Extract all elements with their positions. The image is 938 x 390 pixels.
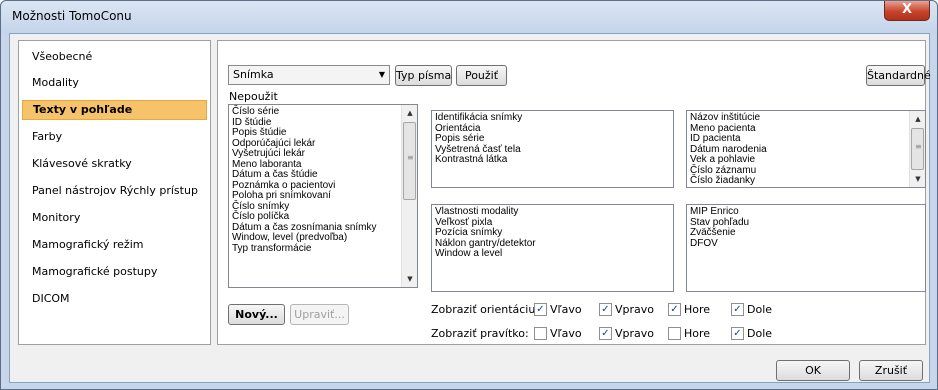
check-icon: ✓ bbox=[731, 302, 744, 316]
close-icon: X bbox=[901, 2, 913, 17]
bottom-left-items: Vlastnosti modality Veľkosť pixla Pozíci… bbox=[435, 206, 536, 260]
nav-item-keyboard-shortcuts[interactable]: Klávesové skratky bbox=[22, 154, 207, 174]
top-right-list-scrollbar[interactable]: ▲ ≡ ▼ bbox=[909, 111, 925, 187]
orientation-left-checkbox[interactable]: ✓ Vľavo bbox=[534, 302, 582, 316]
ok-button[interactable]: OK bbox=[776, 360, 850, 381]
list-item[interactable]: Vlastnosti modality bbox=[435, 206, 536, 218]
nav-item-mammography-mode[interactable]: Mamografický režim bbox=[22, 235, 207, 255]
list-item[interactable]: ID pacienta bbox=[690, 133, 767, 145]
list-item[interactable]: Popis štúdie bbox=[232, 127, 377, 139]
list-item[interactable]: Číslo políčka bbox=[232, 211, 377, 223]
grip-icon: ≡ bbox=[407, 153, 414, 162]
checkbox-empty bbox=[534, 326, 547, 340]
nav-item-colors[interactable]: Farby bbox=[22, 127, 207, 147]
top-right-items-list[interactable]: Názov inštitúcie Meno pacienta ID pacien… bbox=[686, 110, 926, 188]
apply-button[interactable]: Použiť bbox=[456, 65, 507, 86]
list-item[interactable]: Názov inštitúcie bbox=[690, 112, 767, 124]
checkbox-label: Dole bbox=[747, 302, 773, 316]
title-bar[interactable]: Možnosti TomoConu X bbox=[1, 1, 937, 33]
checkbox-label: Hore bbox=[684, 302, 711, 316]
list-item[interactable]: Window, level (predvoľba) bbox=[232, 232, 377, 244]
dialog-body: Všeobecné Modality Texty v pohľade Farby… bbox=[9, 33, 931, 383]
window-title: Možnosti TomoConu bbox=[12, 9, 132, 23]
close-button[interactable]: X bbox=[884, 1, 930, 21]
list-item[interactable]: Identifikácia snímky bbox=[435, 112, 522, 124]
list-item[interactable]: Pozícia snímky bbox=[435, 227, 536, 239]
options-dialog: Možnosti TomoConu X Všeobecné Modality T… bbox=[0, 0, 938, 390]
nav-item-mammography-procedures[interactable]: Mamografické postupy bbox=[22, 262, 207, 282]
orientation-right-checkbox[interactable]: ✓ Vpravo bbox=[599, 302, 654, 316]
unused-items: Číslo série ID štúdie Popis štúdie Odpor… bbox=[232, 106, 377, 255]
check-icon: ✓ bbox=[534, 302, 547, 316]
checkbox-label: Hore bbox=[684, 326, 711, 340]
checkbox-label: Vpravo bbox=[615, 302, 655, 316]
list-item[interactable]: Číslo série bbox=[232, 106, 377, 118]
unused-label: Nepoužit bbox=[229, 90, 278, 103]
show-orientation-label: Zobraziť orientáciu: bbox=[431, 303, 540, 316]
top-right-items: Názov inštitúcie Meno pacienta ID pacien… bbox=[690, 112, 767, 187]
nav-item-monitors[interactable]: Monitory bbox=[22, 208, 207, 228]
list-item[interactable]: Číslo žiadanky bbox=[690, 175, 767, 187]
list-item[interactable]: Vek a pohlavie bbox=[690, 154, 767, 166]
list-item[interactable]: Zväčšenie bbox=[690, 227, 749, 239]
list-item[interactable]: Popis série bbox=[435, 133, 522, 145]
nav-item-dicom[interactable]: DICOM bbox=[22, 289, 207, 309]
category-list: Všeobecné Modality Texty v pohľade Farby… bbox=[18, 40, 211, 345]
checkbox-label: Vľavo bbox=[550, 302, 582, 316]
scroll-up-icon[interactable]: ▲ bbox=[402, 105, 417, 121]
bottom-right-items-list[interactable]: MIP Enrico Stav pohľadu Zväčšenie DFOV bbox=[686, 204, 926, 292]
nav-item-modalities[interactable]: Modality bbox=[22, 73, 207, 93]
scroll-down-icon[interactable]: ▼ bbox=[910, 171, 925, 187]
checkbox-label: Vľavo bbox=[550, 326, 582, 340]
text-target-combo[interactable]: Snímka ▼ bbox=[228, 65, 390, 85]
ruler-right-checkbox[interactable]: ✓ Vpravo bbox=[599, 326, 654, 340]
scroll-down-icon[interactable]: ▼ bbox=[402, 271, 417, 287]
font-type-button[interactable]: Typ písma bbox=[395, 65, 452, 86]
unused-list-scrollbar[interactable]: ▲ ≡ ▼ bbox=[401, 105, 417, 287]
list-item[interactable]: Vyšetrujúci lekár bbox=[232, 148, 377, 160]
list-item[interactable]: DFOV bbox=[690, 238, 749, 250]
grip-icon: ≡ bbox=[915, 142, 922, 151]
scroll-up-icon[interactable]: ▲ bbox=[910, 111, 925, 127]
combo-value: Snímka bbox=[233, 68, 274, 81]
bottom-left-items-list[interactable]: Vlastnosti modality Veľkosť pixla Pozíci… bbox=[431, 204, 674, 292]
nav-item-quick-access-toolbar[interactable]: Panel nástrojov Rýchly prístup bbox=[22, 181, 207, 201]
list-item[interactable]: Dátum a čas štúdie bbox=[232, 169, 377, 181]
unused-items-list[interactable]: Číslo série ID štúdie Popis štúdie Odpor… bbox=[228, 104, 418, 288]
checkbox-empty bbox=[668, 326, 681, 340]
view-texts-panel: Snímka ▼ Typ písma Použiť Štandardné Nep… bbox=[217, 40, 931, 345]
ruler-top-checkbox[interactable]: Hore bbox=[668, 326, 710, 340]
top-left-items: Identifikácia snímky Orientácia Popis sé… bbox=[435, 112, 522, 166]
new-item-button[interactable]: Nový... bbox=[228, 304, 285, 325]
list-item[interactable]: Kontrastná látka bbox=[435, 154, 522, 166]
top-left-items-list[interactable]: Identifikácia snímky Orientácia Popis sé… bbox=[431, 110, 674, 188]
nav-item-view-texts[interactable]: Texty v pohľade bbox=[22, 100, 207, 120]
check-icon: ✓ bbox=[599, 326, 612, 340]
list-item[interactable]: Poloha pri snímkovaní bbox=[232, 190, 377, 202]
show-ruler-label: Zobraziť pravítko: bbox=[431, 327, 529, 340]
nav-item-general[interactable]: Všeobecné bbox=[22, 47, 207, 67]
check-icon: ✓ bbox=[599, 302, 612, 316]
list-item[interactable]: Window a level bbox=[435, 248, 536, 260]
ruler-bottom-checkbox[interactable]: ✓ Dole bbox=[731, 326, 772, 340]
cancel-button[interactable]: Zrušiť bbox=[859, 360, 923, 381]
checkbox-label: Vpravo bbox=[615, 326, 655, 340]
default-button[interactable]: Štandardné bbox=[866, 65, 931, 86]
check-icon: ✓ bbox=[668, 302, 681, 316]
check-icon: ✓ bbox=[731, 326, 744, 340]
bottom-right-items: MIP Enrico Stav pohľadu Zväčšenie DFOV bbox=[690, 206, 749, 250]
scroll-thumb[interactable]: ≡ bbox=[911, 128, 924, 170]
edit-item-button[interactable]: Upraviť... bbox=[290, 304, 349, 325]
orientation-bottom-checkbox[interactable]: ✓ Dole bbox=[731, 302, 772, 316]
list-item[interactable]: MIP Enrico bbox=[690, 206, 749, 218]
list-item[interactable]: Typ transformácie bbox=[232, 243, 377, 255]
orientation-top-checkbox[interactable]: ✓ Hore bbox=[668, 302, 710, 316]
checkbox-label: Dole bbox=[747, 326, 773, 340]
ruler-left-checkbox[interactable]: Vľavo bbox=[534, 326, 582, 340]
scroll-thumb[interactable]: ≡ bbox=[403, 122, 416, 200]
chevron-down-icon: ▼ bbox=[378, 70, 385, 79]
